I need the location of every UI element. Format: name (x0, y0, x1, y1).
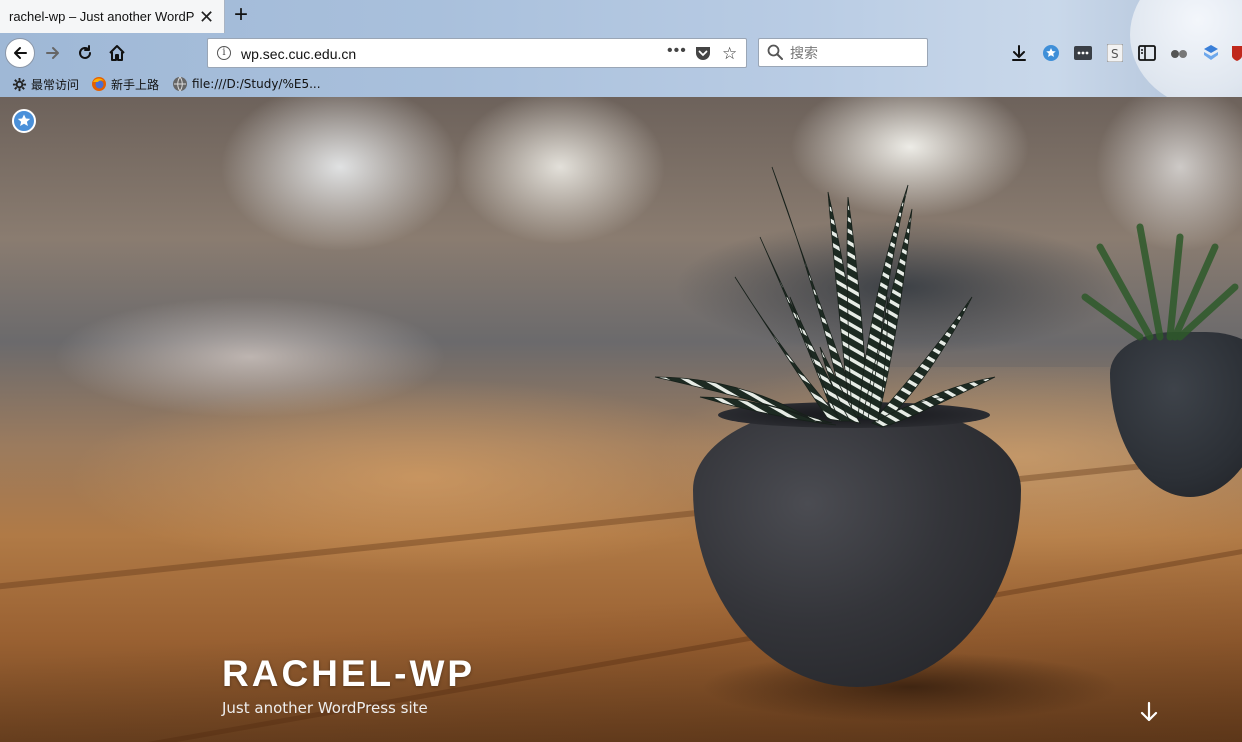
bookmark-label: 最常访问 (31, 77, 80, 92)
site-tagline: Just another WordPress site (222, 699, 428, 717)
site-header-hero: RACHEL-WP Just another WordPress site (0, 97, 1242, 742)
svg-text:S: S (1111, 47, 1119, 61)
extension-s-icon[interactable]: S (1105, 43, 1125, 63)
globe-icon (172, 76, 188, 92)
bookmarks-toolbar: 最常访问 新手上路 file:///D:/Study/%E5... (0, 73, 1130, 95)
forward-button[interactable] (39, 39, 67, 67)
new-tab-button[interactable]: + (229, 3, 253, 28)
url-text[interactable]: wp.sec.cuc.edu.cn (241, 46, 356, 62)
extension-dots-icon[interactable] (1073, 43, 1093, 63)
pocket-icon[interactable] (695, 46, 711, 66)
search-box[interactable] (758, 38, 928, 67)
bookmark-label: file:///D:/Study/%E5... (192, 77, 321, 91)
bookmark-getting-started[interactable]: 新手上路 (91, 73, 159, 95)
extension-glasses-icon[interactable] (1169, 43, 1189, 63)
back-arrow-icon (14, 47, 27, 59)
page-actions-menu-button[interactable]: ••• (667, 42, 687, 60)
home-button[interactable] (103, 39, 131, 67)
tab-title: rachel-wp – Just another WordPress site (9, 9, 195, 24)
firefox-icon (91, 76, 107, 92)
sidebar-icon[interactable] (1137, 43, 1157, 63)
search-icon (767, 44, 783, 65)
search-input[interactable] (788, 44, 922, 63)
home-icon (109, 45, 125, 61)
bookmark-most-visited[interactable]: 最常访问 (12, 73, 79, 95)
bookmark-label: 新手上路 (111, 77, 160, 92)
site-title[interactable]: RACHEL-WP (222, 653, 475, 695)
forward-arrow-icon (46, 47, 59, 59)
extension-star-icon[interactable] (1041, 43, 1061, 63)
reload-button[interactable] (71, 39, 99, 67)
tab-close-button[interactable]: ✕ (199, 8, 214, 26)
back-button[interactable] (5, 38, 35, 68)
bookmark-star-icon[interactable]: ☆ (722, 44, 737, 64)
site-title-link[interactable]: RACHEL-WP (222, 653, 475, 694)
gear-icon (12, 77, 27, 92)
reload-icon (79, 45, 91, 59)
star-badge-icon[interactable] (12, 109, 36, 133)
scroll-down-arrow-icon[interactable] (1138, 700, 1160, 724)
bookmark-local-file[interactable]: file:///D:/Study/%E5... (172, 73, 321, 95)
download-icon[interactable] (1009, 43, 1029, 63)
browser-tab-active[interactable]: rachel-wp – Just another WordPress site … (0, 0, 225, 33)
site-info-icon[interactable]: i (217, 46, 231, 60)
extension-shield-icon[interactable] (1201, 43, 1221, 63)
succulent-plant-image (654, 166, 996, 428)
browser-chrome: rachel-wp – Just another WordPress site … (0, 0, 1242, 98)
extension-red-icon[interactable] (1230, 43, 1242, 63)
url-bar[interactable]: i wp.sec.cuc.edu.cn ••• ☆ (207, 38, 747, 68)
